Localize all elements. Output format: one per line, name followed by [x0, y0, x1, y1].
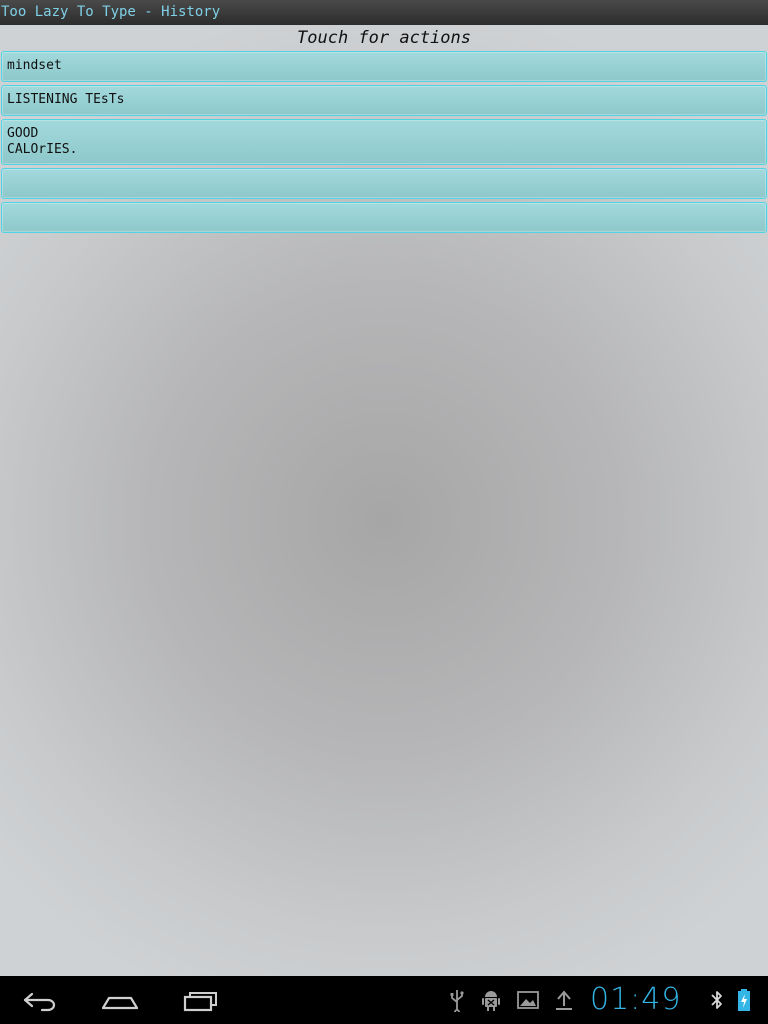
status-clock: 01:49 — [590, 982, 682, 1017]
home-icon[interactable] — [100, 984, 140, 1016]
history-item[interactable] — [1, 168, 767, 199]
system-navigation-bar: 01:49 — [0, 976, 768, 1024]
back-icon[interactable] — [20, 984, 60, 1016]
history-item[interactable]: GOOD CALOrIES. — [1, 119, 767, 165]
usb-icon — [450, 990, 464, 1012]
gallery-icon — [517, 991, 539, 1009]
android-debug-icon — [482, 991, 500, 1011]
history-item[interactable]: mindset — [1, 51, 767, 82]
title-bar: Too Lazy To Type - History — [0, 0, 768, 25]
history-list: mindset LISTENING TEsTs GOOD CALOrIES. — [1, 51, 767, 236]
battery-charging-icon — [738, 989, 750, 1011]
app-title: Too Lazy To Type - History — [1, 4, 221, 20]
recent-apps-icon[interactable] — [181, 984, 221, 1016]
upload-icon — [556, 990, 572, 1010]
history-item[interactable] — [1, 202, 767, 233]
instruction-header: Touch for actions — [297, 28, 471, 48]
history-item[interactable]: LISTENING TEsTs — [1, 85, 767, 116]
bluetooth-icon — [711, 991, 722, 1009]
